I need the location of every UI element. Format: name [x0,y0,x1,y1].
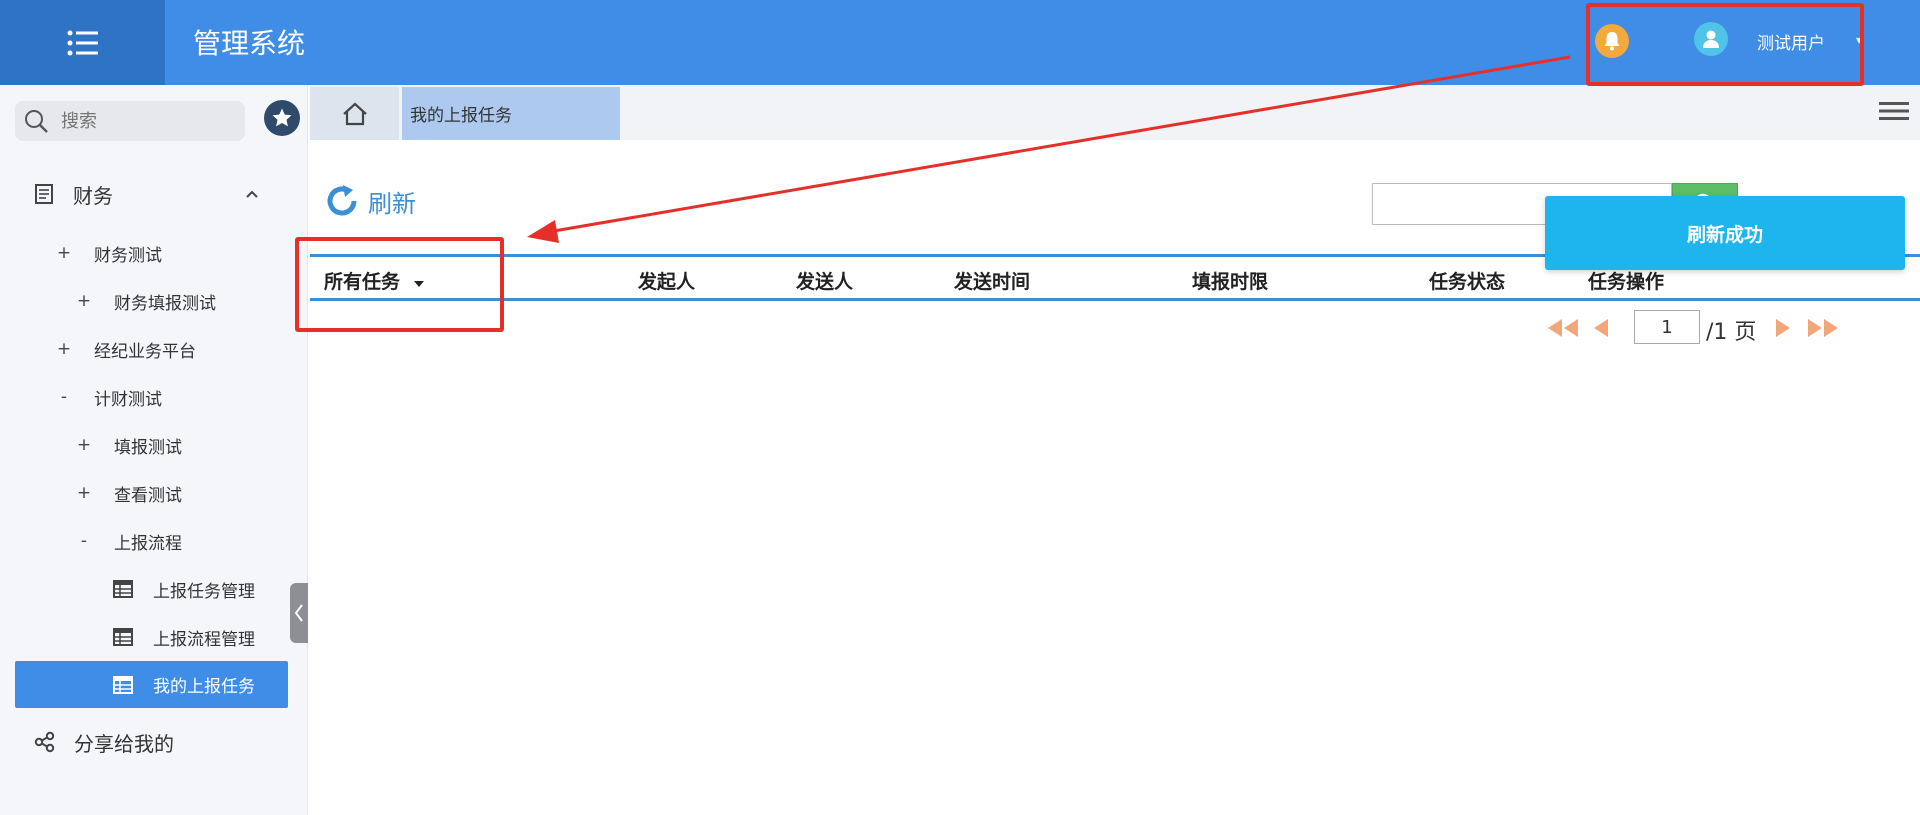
sidebar-item-finance-fill-test[interactable]: + 财务填报测试 [0,279,308,323]
annotation-highlight-user-area [1586,3,1864,86]
sidebar-item-label: 我的上报任务 [153,677,255,697]
sidebar-item-shared-with-me[interactable]: 分享给我的 [0,720,308,764]
first-page-icon[interactable] [1546,318,1580,338]
refresh-icon [327,185,357,216]
pagination: /1 页 [1540,310,1840,346]
hamburger-menu-icon[interactable] [1877,99,1911,123]
sidebar-item-label: 财务 [73,183,113,208]
favorites-star-button[interactable] [264,100,300,136]
sidebar-item-report-flow[interactable]: - 上报流程 [0,519,308,563]
sidebar-item-brokerage-platform[interactable]: + 经纪业务平台 [0,327,308,371]
sidebar-item-fill-test[interactable]: + 填报测试 [0,423,308,467]
expand-plus-icon[interactable]: + [56,339,72,359]
sidebar-collapse-handle[interactable] [290,583,308,643]
table-icon [113,675,133,694]
next-page-icon[interactable] [1774,318,1792,338]
collapse-minus-icon[interactable]: - [56,387,72,407]
sidebar-item-report-flow-management[interactable]: 上报流程管理 [0,615,308,659]
sidebar-item-label: 上报流程 [114,533,182,554]
expand-plus-icon[interactable]: + [76,483,92,503]
table-icon [113,628,133,646]
sidebar-item-label: 财务测试 [94,245,162,266]
sidebar: 财务 + 财务测试 + 财务填报测试 + 经纪业务平台 - 计财测试 + 填报测… [0,85,308,815]
page-total-label: /1 页 [1706,320,1757,345]
menu-toggle-button[interactable] [0,0,165,85]
sidebar-search-input[interactable] [61,110,231,132]
expand-plus-icon[interactable]: + [76,291,92,311]
sidebar-item-label: 上报流程管理 [153,629,255,650]
document-icon [35,184,53,204]
sidebar-search[interactable] [15,101,245,141]
sidebar-item-view-test[interactable]: + 查看测试 [0,471,308,515]
sidebar-item-label: 查看测试 [114,485,182,506]
refresh-label: 刷新 [368,189,416,218]
search-icon [25,110,48,133]
sidebar-item-my-report-tasks[interactable]: 我的上报任务 [15,661,288,708]
column-header-deadline: 填报时限 [1192,271,1269,293]
home-icon [342,102,367,125]
star-icon [272,108,292,127]
last-page-icon[interactable] [1806,318,1840,338]
tabs-bar: 我的上报任务 [310,85,1920,140]
column-header-initiator: 发起人 [638,271,696,293]
previous-page-icon[interactable] [1592,318,1610,338]
page-number-input[interactable] [1634,310,1700,344]
refresh-button[interactable]: 刷新 [324,183,416,219]
tab-my-report-tasks[interactable]: 我的上报任务 [402,87,620,140]
collapse-minus-icon[interactable]: - [76,531,92,551]
sidebar-item-report-task-management[interactable]: 上报任务管理 [0,567,308,611]
column-header-task-actions: 任务操作 [1588,271,1665,293]
toast-notification: 刷新成功 [1545,196,1905,270]
sidebar-item-accounting-test[interactable]: - 计财测试 [0,375,308,419]
sidebar-item-label: 上报任务管理 [153,581,255,602]
sidebar-item-label: 财务填报测试 [114,293,216,314]
sidebar-item-finance-test[interactable]: + 财务测试 [0,231,308,275]
sidebar-item-finance[interactable]: 财务 [0,172,308,216]
sidebar-item-label: 计财测试 [94,389,162,410]
tab-home[interactable] [310,87,399,140]
column-header-send-time: 发送时间 [954,271,1031,293]
app-title: 管理系统 [193,27,306,60]
sidebar-item-label: 填报测试 [114,437,182,458]
share-icon [34,731,55,753]
chevron-left-icon [294,604,303,622]
list-menu-icon [67,30,98,55]
table-icon [113,580,133,598]
chevron-up-icon[interactable] [245,189,259,199]
expand-plus-icon[interactable]: + [56,243,72,263]
expand-plus-icon[interactable]: + [76,435,92,455]
column-header-sender: 发送人 [796,271,854,293]
sidebar-item-label: 分享给我的 [74,731,174,756]
annotation-highlight-all-tasks [295,237,504,332]
column-header-task-status: 任务状态 [1429,271,1506,293]
sidebar-item-label: 经纪业务平台 [94,341,196,362]
